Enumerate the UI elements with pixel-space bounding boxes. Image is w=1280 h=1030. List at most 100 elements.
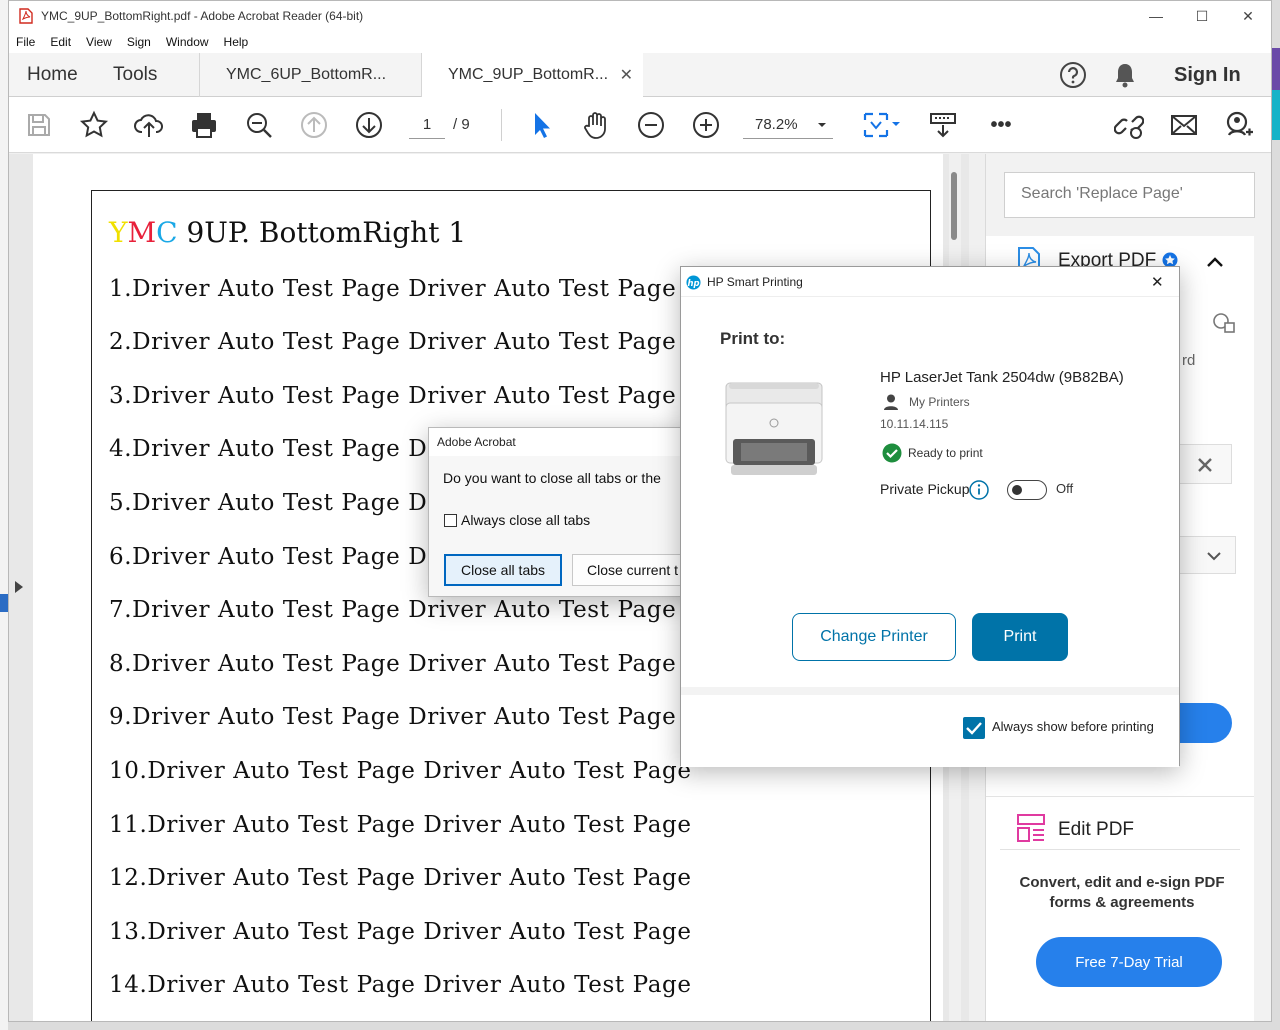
edit-pdf-icon <box>1017 814 1045 842</box>
menu-edit[interactable]: Edit <box>43 35 79 49</box>
toolbar: 1 / 9 78.2% ••• <box>9 97 1271 153</box>
sign-in-button[interactable]: Sign In <box>1174 53 1241 97</box>
zoom-in-icon[interactable] <box>688 107 724 143</box>
expand-pane-arrow-icon[interactable] <box>14 580 24 594</box>
document-title: YMC 9UP. BottomRight 1 <box>109 216 466 249</box>
always-show-label[interactable]: Always show before printing <box>992 719 1154 734</box>
always-show-checkbox[interactable] <box>963 717 985 739</box>
menu-file[interactable]: File <box>9 35 43 49</box>
fit-page-icon[interactable] <box>857 107 905 143</box>
save-icon[interactable] <box>21 107 57 143</box>
close-window-button[interactable]: ✕ <box>1225 1 1271 31</box>
window-title: YMC_9UP_BottomRight.pdf - Adobe Acrobat … <box>41 9 364 23</box>
previous-page-icon[interactable] <box>296 107 332 143</box>
hp-close-button[interactable]: ✕ <box>1151 273 1164 291</box>
document-line: 10.Driver Auto Test Page Driver Auto Tes… <box>109 758 692 784</box>
tab-label: YMC_6UP_BottomR... <box>226 66 387 83</box>
hp-smart-printing-dialog: hp HP Smart Printing ✕ Print to: HP Lase… <box>680 266 1180 767</box>
upload-cloud-icon[interactable] <box>131 107 167 143</box>
divider <box>1000 849 1240 850</box>
zoom-search-icon[interactable] <box>241 107 277 143</box>
tab-ymc-9up[interactable]: YMC_9UP_BottomR... ✕ <box>421 53 643 98</box>
title-letter-y: Y <box>109 216 128 249</box>
close-all-tabs-button[interactable]: Close all tabs <box>444 554 562 586</box>
hand-tool-icon[interactable] <box>578 107 614 143</box>
print-button[interactable]: Print <box>972 613 1068 661</box>
private-pickup-state: Off <box>1056 481 1074 496</box>
menu-help[interactable]: Help <box>217 35 257 49</box>
chevron-down-icon <box>818 123 826 127</box>
background-window-edge <box>0 0 8 1030</box>
title-letter-c: C <box>156 216 178 249</box>
printer-ip: 10.11.14.115 <box>880 417 949 431</box>
dialog-title-bar: Adobe Acrobat <box>429 428 697 456</box>
tab-label: YMC_9UP_BottomR... <box>448 66 609 83</box>
home-tab[interactable]: Home <box>27 53 78 97</box>
tab-bar: Home Tools YMC_6UP_BottomR... YMC_9UP_Bo… <box>9 53 1271 98</box>
document-line: 8.Driver Auto Test Page Driver Auto Test… <box>109 651 677 677</box>
scrollbar-thumb[interactable] <box>951 172 957 240</box>
checkmark-icon <box>966 722 982 735</box>
select-cursor-icon[interactable] <box>523 107 559 143</box>
promo-text: Convert, edit and e-sign PDF forms & agr… <box>1019 874 1225 911</box>
edit-pdf-label[interactable]: Edit PDF <box>1058 819 1134 841</box>
share-link-icon[interactable] <box>1111 107 1147 143</box>
edit-pdf-card: Edit PDF Convert, edit and e-sign PDF fo… <box>986 796 1254 1021</box>
change-printer-button[interactable]: Change Printer <box>792 613 956 661</box>
help-icon[interactable] <box>1059 61 1087 89</box>
dialog-title: Adobe Acrobat <box>437 435 516 449</box>
tools-tab[interactable]: Tools <box>113 53 157 97</box>
next-page-icon[interactable] <box>351 107 387 143</box>
hp-title-bar: hp HP Smart Printing ✕ <box>681 267 1179 297</box>
ready-check-icon <box>882 443 902 463</box>
always-close-label[interactable]: Always close all tabs <box>461 512 590 528</box>
document-line: 11.Driver Auto Test Page Driver Auto Tes… <box>109 812 692 838</box>
document-line: 2.Driver Auto Test Page Driver Auto Test… <box>109 329 677 355</box>
email-icon[interactable] <box>1166 107 1202 143</box>
hp-dialog-title: HP Smart Printing <box>707 275 803 289</box>
tools-search-input[interactable]: Search 'Replace Page' <box>1004 172 1255 218</box>
add-user-icon[interactable] <box>1221 107 1257 143</box>
private-pickup-toggle[interactable] <box>1007 480 1047 500</box>
always-close-checkbox[interactable] <box>444 514 457 527</box>
menu-window[interactable]: Window <box>159 35 217 49</box>
document-line: 9.Driver Auto Test Page Driver Auto Test… <box>109 704 677 730</box>
printer-name: HP LaserJet Tank 2504dw (9B82BA) <box>880 369 1124 386</box>
document-line: 1.Driver Auto Test Page Driver Auto Test… <box>109 276 677 302</box>
zoom-level-select[interactable]: 78.2% <box>743 111 833 139</box>
more-tools-icon[interactable]: ••• <box>983 107 1019 143</box>
menu-sign[interactable]: Sign <box>120 35 159 49</box>
bookmark-star-icon[interactable] <box>76 107 112 143</box>
collapse-chevron-up-icon[interactable] <box>1206 256 1224 268</box>
menu-bar: File Edit View Sign Window Help <box>9 31 1271 53</box>
title-rest: 9UP. BottomRight 1 <box>177 216 467 249</box>
zoom-level-value: 78.2% <box>755 116 798 133</box>
page-number-input[interactable]: 1 <box>409 111 445 139</box>
printer-image <box>725 382 823 475</box>
partial-text-rd: rd <box>1182 352 1196 369</box>
info-icon[interactable] <box>969 480 989 500</box>
private-pickup-label: Private Pickup <box>880 481 970 497</box>
toolbar-divider <box>501 109 502 141</box>
title-letter-m: M <box>127 216 157 249</box>
title-bar: YMC_9UP_BottomRight.pdf - Adobe Acrobat … <box>9 1 1271 31</box>
convert-settings-icon[interactable] <box>1212 312 1236 334</box>
tab-ymc-6up[interactable]: YMC_6UP_BottomR... <box>199 53 421 97</box>
minimize-button[interactable]: — <box>1133 1 1179 31</box>
print-icon[interactable] <box>186 107 222 143</box>
printer-status: Ready to print <box>908 446 983 460</box>
scroll-mode-icon[interactable] <box>925 107 961 143</box>
free-trial-button[interactable]: Free 7-Day Trial <box>1036 937 1222 987</box>
file-field-clear[interactable] <box>1176 444 1232 484</box>
clear-x-icon[interactable] <box>1197 457 1213 473</box>
document-line: 13.Driver Auto Test Page Driver Auto Tes… <box>109 919 692 945</box>
menu-view[interactable]: View <box>79 35 120 49</box>
notifications-bell-icon[interactable] <box>1112 61 1138 89</box>
close-tab-icon[interactable]: ✕ <box>620 65 633 85</box>
chevron-down-icon <box>1207 552 1221 561</box>
pdf-file-icon <box>19 8 33 24</box>
background-window-marker <box>0 594 8 612</box>
zoom-out-icon[interactable] <box>633 107 669 143</box>
maximize-button[interactable]: ☐ <box>1179 1 1225 31</box>
background-window-edge-right-accent <box>1272 90 1280 140</box>
